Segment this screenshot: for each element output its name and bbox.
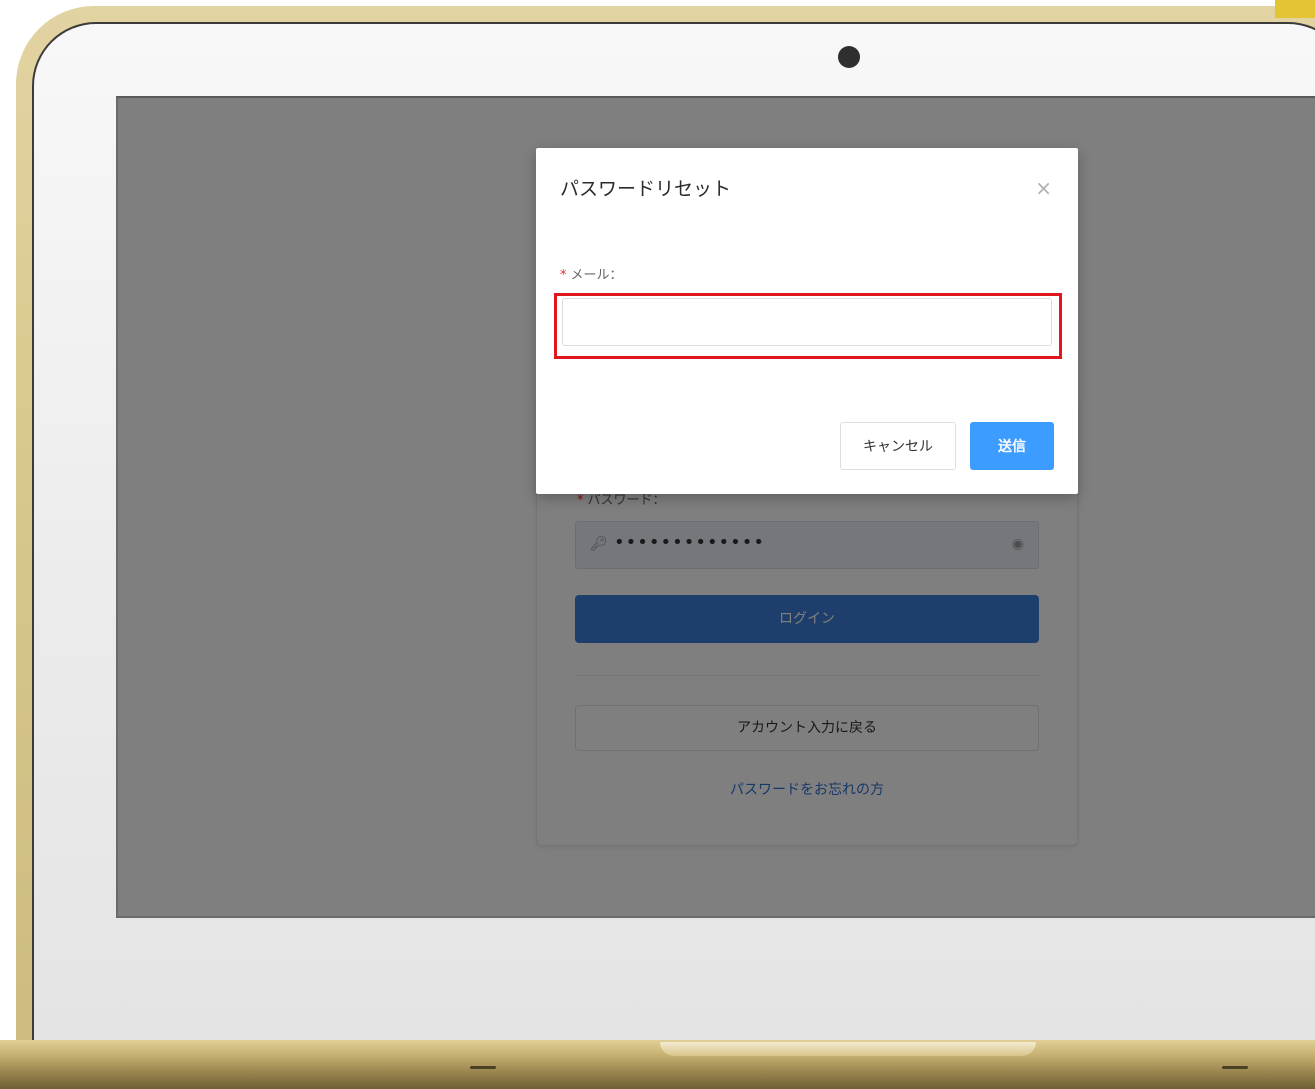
cancel-button[interactable]: キャンセル	[840, 422, 956, 470]
laptop-foot-left	[470, 1066, 496, 1069]
webcam	[838, 46, 860, 68]
laptop-hinge-notch	[660, 1042, 1036, 1056]
corner-accent	[1275, 0, 1315, 18]
laptop-foot-right	[1222, 1066, 1248, 1069]
email-label: * メール：	[560, 268, 623, 283]
screen: *パスワード： 🔑︎ ••••••••••••• ◉ ログイン アカウント入力に…	[116, 96, 1315, 918]
submit-button[interactable]: 送信	[970, 422, 1054, 470]
dialog-title: パスワードリセット	[560, 178, 732, 200]
laptop-base	[0, 1040, 1315, 1089]
email-input[interactable]	[562, 298, 1052, 346]
close-icon[interactable]: ×	[1035, 176, 1052, 200]
required-asterisk: *	[560, 268, 567, 283]
password-reset-dialog: パスワードリセット × * メール： キャンセル 送信	[536, 148, 1078, 494]
